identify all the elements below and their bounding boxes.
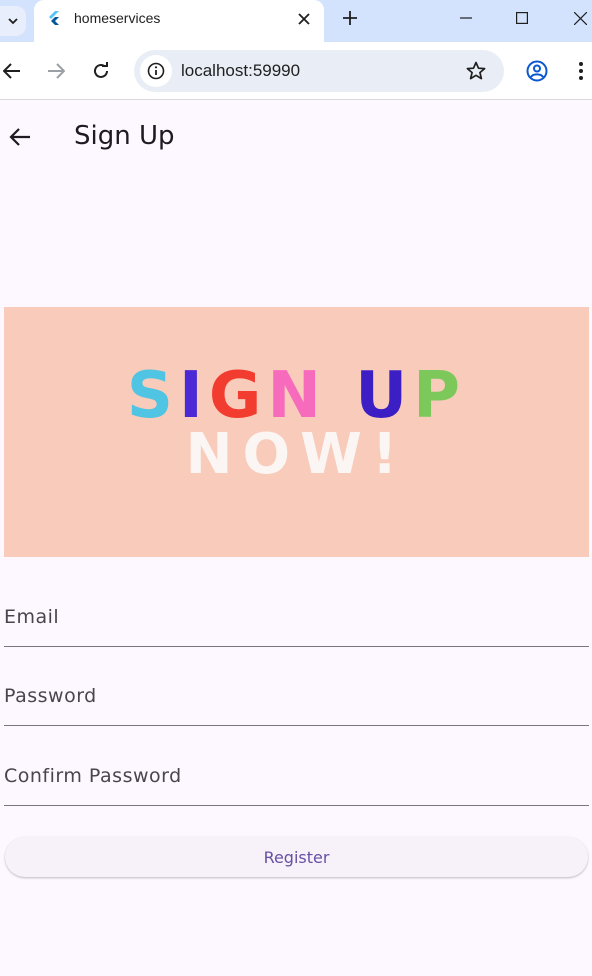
menu-button[interactable] (569, 59, 592, 83)
email-field[interactable] (4, 587, 589, 647)
forward-button[interactable] (44, 59, 68, 83)
new-tab-button[interactable] (338, 6, 362, 30)
flutter-icon (49, 11, 59, 25)
arrow-back-icon (9, 128, 30, 146)
maximize-icon (516, 12, 528, 24)
register-button[interactable]: Register (5, 837, 588, 877)
maximize-button[interactable] (510, 6, 534, 30)
window-close-button[interactable] (568, 6, 592, 30)
plus-icon (343, 11, 357, 25)
bookmark-button[interactable] (464, 59, 488, 83)
password-input[interactable] (4, 676, 589, 716)
reload-icon (94, 62, 108, 78)
banner-headline: SIGN UP (4, 361, 589, 431)
more-vert-icon (579, 62, 583, 80)
email-input[interactable] (4, 597, 589, 637)
url-text[interactable]: localhost:59990 (181, 61, 300, 81)
app-bar: Sign Up (0, 101, 592, 171)
address-bar[interactable]: localhost:59990 (134, 50, 504, 92)
arrow-left-icon (3, 63, 20, 79)
tab-title: homeservices (74, 10, 161, 26)
signup-banner-image: SIGN UP NOW! (4, 307, 589, 557)
site-info-button[interactable] (140, 55, 172, 87)
password-field[interactable] (4, 666, 589, 726)
page-title: Sign Up (74, 121, 175, 151)
browser-toolbar: localhost:59990 (0, 42, 592, 100)
minimize-button[interactable] (454, 6, 478, 30)
info-icon (147, 62, 165, 80)
tab-close-button[interactable] (294, 9, 314, 29)
close-icon (573, 11, 587, 25)
banner-letter: S (126, 359, 180, 433)
back-button[interactable] (0, 59, 24, 83)
confirm-password-field[interactable] (4, 746, 589, 806)
banner-subline: NOW! (185, 422, 408, 487)
close-icon (298, 13, 310, 25)
star-icon (466, 61, 486, 80)
reload-button[interactable] (89, 59, 113, 83)
tab-search-button[interactable] (0, 6, 26, 36)
profile-button[interactable] (525, 59, 549, 83)
minimize-icon (460, 17, 472, 19)
banner-letter: P (413, 359, 467, 433)
arrow-right-icon (48, 63, 65, 79)
chevron-down-icon (8, 18, 18, 25)
confirm-password-input[interactable] (4, 756, 589, 796)
app-back-button[interactable] (6, 123, 34, 151)
browser-tab[interactable]: homeservices (34, 0, 324, 42)
account-circle-icon (526, 60, 548, 82)
browser-tab-strip: homeservices (0, 0, 592, 42)
